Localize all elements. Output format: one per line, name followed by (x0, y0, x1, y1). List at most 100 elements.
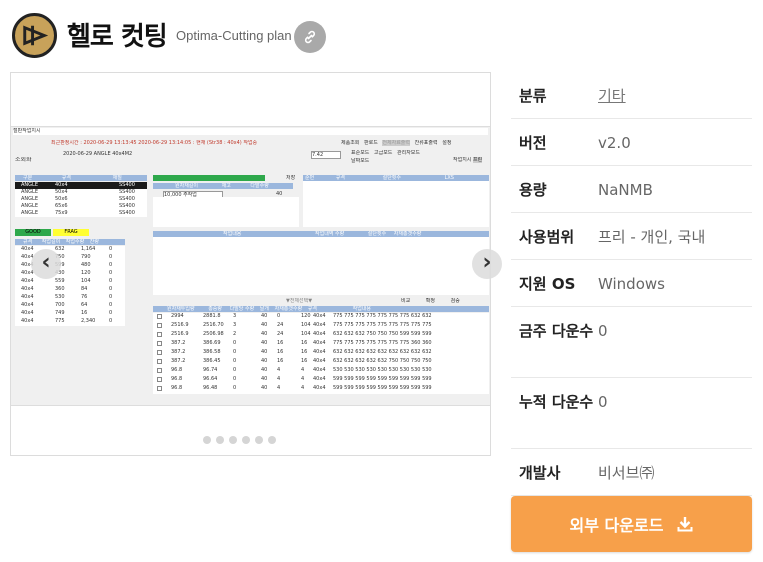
row-checkbox[interactable] (157, 314, 162, 319)
cut-row[interactable]: 40x4 530 76 0 (15, 294, 125, 302)
info-label: 지원 OS (519, 275, 576, 293)
info-label: 개발사 (519, 464, 561, 482)
row-checkbox[interactable] (157, 341, 162, 346)
material-row[interactable]: ANGLE 50x6 SS400 (15, 196, 147, 203)
material-cell: ANGLE (21, 210, 38, 216)
verify-button[interactable]: 검증 (451, 298, 460, 304)
value-field[interactable]: 7.42 (311, 151, 341, 159)
result-cell: 0 (233, 349, 237, 355)
product-search-button[interactable]: 제품조회 (341, 140, 359, 146)
result-cell: 16 (277, 349, 284, 355)
next-slide-button[interactable]: › (472, 249, 502, 279)
info-value: v2.0 (598, 134, 631, 152)
cut-row[interactable]: 40x4 700 64 0 (15, 302, 125, 310)
info-label: 용량 (519, 181, 547, 199)
header-result-content: 작업내용 (352, 306, 371, 312)
result-cell: 387.2 (171, 340, 186, 346)
info-label: 분류 (519, 87, 547, 105)
prev-slide-button[interactable]: ‹ (31, 249, 61, 279)
radio-date[interactable]: 날짜모드 (351, 158, 369, 164)
row-checkbox[interactable] (157, 368, 162, 373)
cut-cell: 0 (109, 254, 113, 260)
cut-cell: 40x4 (21, 286, 34, 292)
print-all-button[interactable]: 전체자료출력 (382, 140, 411, 146)
settings-button[interactable]: 설정 (442, 140, 451, 146)
slide-dot[interactable] (242, 436, 250, 444)
download-icon (677, 517, 693, 532)
row-checkbox[interactable] (157, 359, 162, 364)
result-row[interactable]: 2516.9 2506.98 2 40 24 104 40x4 632 632 632 750… (153, 331, 489, 340)
material-cell: ANGLE (21, 182, 38, 188)
search-label: 조회화 (15, 157, 32, 163)
header-total-qty: 자재총갯수량 (274, 306, 303, 312)
stock-table-header: 원자재길이 재고 다발수량 (153, 183, 293, 189)
cut-row[interactable]: 40x4 559 104 0 (15, 278, 125, 286)
result-row[interactable]: 96.8 96.48 0 40 4 4 40x4 599 599 599 599 599 59… (153, 385, 489, 394)
chevron-left-icon: ‹ (41, 249, 51, 275)
material-row[interactable]: ANGLE 50x4 SS400 (15, 189, 147, 196)
material-row[interactable]: ANGLE 40x4 SS400 (15, 182, 147, 189)
remain-print-button[interactable]: 잔류표출력 (415, 140, 438, 146)
slide-dot[interactable] (203, 436, 211, 444)
radio-admin[interactable]: 관리자모드 (397, 150, 420, 156)
load-button[interactable]: 판로드 (364, 140, 378, 146)
result-cell: 4 (301, 376, 305, 382)
slide-dot[interactable] (255, 436, 263, 444)
header-cut-spec: 규격 (23, 239, 33, 245)
result-row[interactable]: 96.8 96.64 0 40 4 4 40x4 599 599 599 599 599 59… (153, 376, 489, 385)
result-row[interactable]: 387.2 386.69 0 40 16 16 40x4 775 775 775 775 77… (153, 340, 489, 349)
slide-dot[interactable] (216, 436, 224, 444)
cut-row[interactable]: 40x4 775 2,340 0 (15, 318, 125, 326)
slide-dot[interactable] (268, 436, 276, 444)
result-row[interactable]: 2994 2881.8 3 40 0 120 40x4 775 775 775 775 775… (153, 313, 489, 322)
slide-dot[interactable] (229, 436, 237, 444)
result-cell: 0 (233, 367, 237, 373)
result-cell: 632 632 632 750 750 750 599 599 599 (333, 331, 432, 337)
category-link[interactable]: 기타 (598, 84, 626, 108)
select-all-button[interactable]: ▼전체선택▼ (286, 298, 312, 304)
result-cell: 387.2 (171, 358, 186, 364)
row-checkbox[interactable] (157, 377, 162, 382)
good-badge[interactable]: GOOD (15, 229, 51, 236)
cut-cell: 120 (81, 270, 91, 276)
row-checkbox[interactable] (157, 332, 162, 337)
mode-radios: 표준모드 고급모드 관리자모드 (351, 150, 451, 156)
cut-cell: 40x4 (21, 318, 34, 324)
work-order-label: 작업지시 (453, 157, 472, 163)
external-link-button[interactable] (294, 21, 326, 53)
row-checkbox[interactable] (157, 323, 162, 328)
app-screenshot: 철판작업지시 최근판정시간 : 2020-06-29 13:13:45 2020… (11, 126, 490, 406)
radio-advanced[interactable]: 고급모드 (374, 150, 392, 156)
cut-cell: 0 (109, 246, 113, 252)
compare-button[interactable]: 비교 (401, 298, 410, 304)
print-button[interactable]: 프린 (473, 157, 483, 163)
link-icon (304, 30, 316, 44)
cut-cell: 40x4 (21, 270, 34, 276)
result-cell: 2516.9 (171, 322, 189, 328)
cut-row[interactable]: 40x4 632 1,164 0 (15, 246, 125, 254)
result-row[interactable]: 96.8 96.74 0 40 4 4 40x4 530 530 530 530 530 53… (153, 367, 489, 376)
cut-cell: 632 (55, 246, 65, 252)
result-cell: 2 (233, 331, 237, 337)
frag-badge[interactable]: FRAG (53, 229, 89, 236)
result-row[interactable]: 2516.9 2516.70 3 40 24 104 40x4 775 775 775 775… (153, 322, 489, 331)
cut-row[interactable]: 40x4 430 120 0 (15, 270, 125, 278)
cut-cell: 40x4 (21, 278, 34, 284)
result-cell: 40x4 (313, 358, 326, 364)
row-checkbox[interactable] (157, 350, 162, 355)
result-row[interactable]: 387.2 386.45 0 40 16 16 40x4 632 632 632 632 63… (153, 358, 489, 367)
save-button[interactable]: 저장 (286, 175, 295, 181)
result-row[interactable]: 387.2 386.58 0 40 16 16 40x4 632 632 632 632 63… (153, 349, 489, 358)
radio-standard[interactable]: 표준모드 (351, 150, 369, 156)
cut-row[interactable]: 40x4 360 84 0 (15, 286, 125, 294)
material-row[interactable]: ANGLE 75x9 SS400 (15, 210, 147, 217)
material-row[interactable]: ANGLE 65x6 SS400 (15, 203, 147, 210)
result-cell: 775 775 775 775 775 775 775 632 632 (333, 313, 432, 319)
cut-cell: 0 (109, 286, 113, 292)
row-checkbox[interactable] (157, 386, 162, 391)
info-row: 개발사 비서브㈜ (511, 449, 752, 496)
external-download-button[interactable]: 외부 다운로드 (511, 496, 752, 552)
cut-cell: 64 (81, 302, 88, 308)
cut-row[interactable]: 40x4 749 16 0 (15, 310, 125, 318)
confirm-button[interactable]: 확정 (426, 298, 435, 304)
